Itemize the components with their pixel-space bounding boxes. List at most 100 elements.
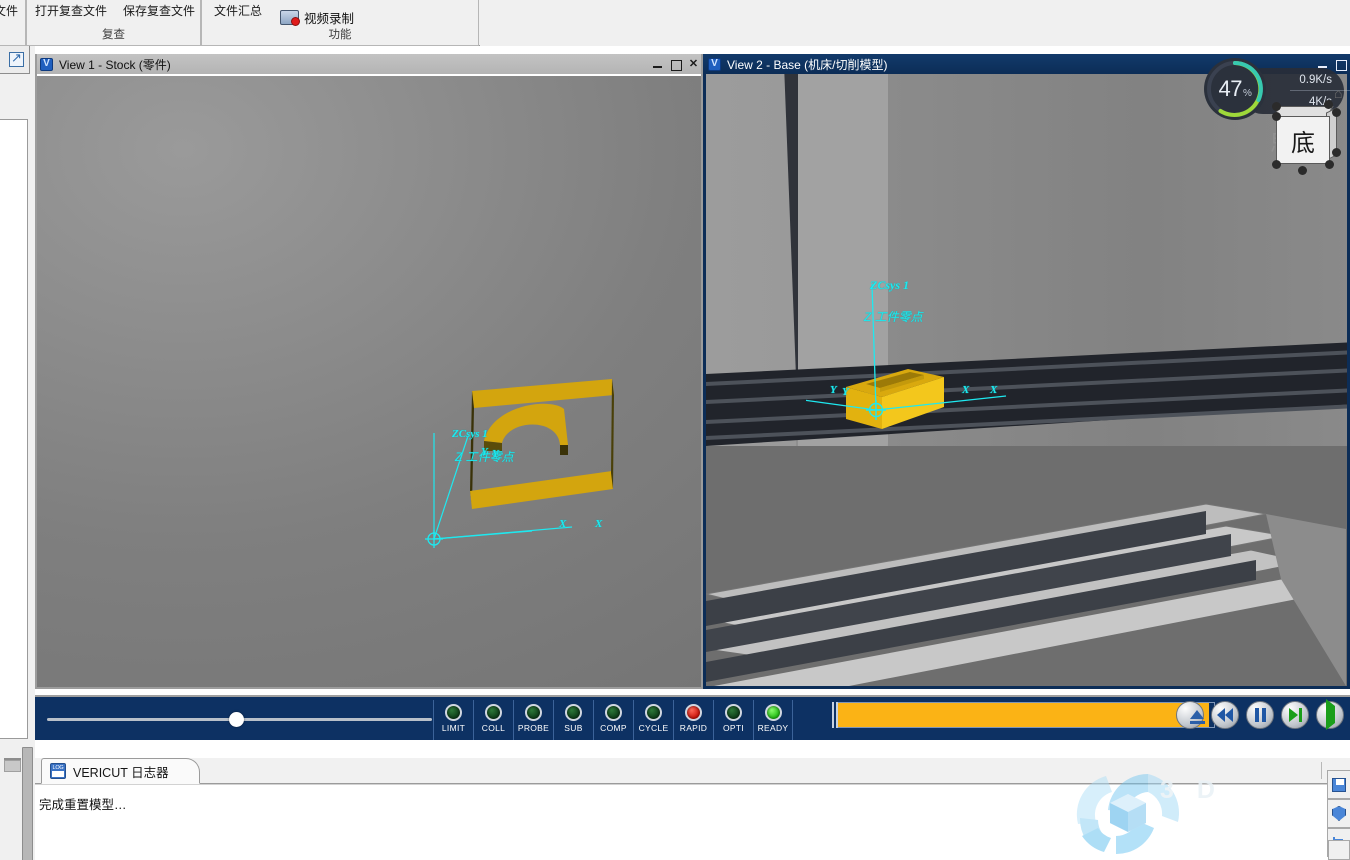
tab-vericut-log[interactable]: VERICUT 日志器	[41, 758, 200, 784]
single-step-button[interactable]	[1281, 701, 1309, 729]
led-indicator	[485, 704, 502, 721]
status-light-label: READY	[757, 723, 789, 733]
view-window-2[interactable]: V View 2 - Base (机床/切削模型) ZCsys 1 Z 工件零点…	[703, 54, 1350, 689]
viewcube-corner-node[interactable]	[1324, 100, 1333, 109]
left-dock-strip	[0, 46, 35, 860]
rewind-button[interactable]	[1211, 701, 1239, 729]
vericut-v-icon: V	[708, 57, 721, 71]
led-indicator	[525, 704, 542, 721]
ribbon-strip: 文件 打开复查文件 保存复查文件 复查 文件汇总 视频录制 功能	[0, 0, 480, 46]
status-light-label: RAPID	[679, 723, 708, 733]
view2-title-text: View 2 - Base (机床/切削模型)	[727, 57, 888, 72]
cpu-percent-text: 47%	[1204, 58, 1266, 120]
shield-button[interactable]	[1327, 799, 1350, 828]
play-icon	[1325, 699, 1335, 730]
status-light-probe[interactable]: PROBE	[513, 700, 553, 740]
status-light-rapid[interactable]: RAPID	[673, 700, 713, 740]
percent-symbol: %	[1243, 87, 1252, 99]
transport-controls	[1176, 699, 1344, 730]
ribbon-group-review: 打开复查文件 保存复查文件 复查	[26, 0, 201, 46]
led-indicator	[725, 704, 742, 721]
shield-icon	[1332, 806, 1346, 821]
ribbon-group-label-function: 功能	[328, 29, 352, 41]
status-light-label: SUB	[564, 723, 583, 733]
status-light-ready[interactable]: READY	[753, 700, 793, 740]
status-light-label: OPTI	[722, 723, 745, 733]
left-scrollbar[interactable]	[22, 747, 33, 860]
viewcube-corner-node[interactable]	[1272, 102, 1281, 111]
step-forward-icon	[1288, 708, 1302, 722]
led-indicator	[445, 704, 462, 721]
left-dock-lower	[0, 743, 35, 860]
pause-button[interactable]	[1246, 701, 1274, 729]
led-indicator	[685, 704, 702, 721]
log-tab-strip	[35, 758, 1350, 784]
viewcube-corner-node[interactable]	[1272, 112, 1281, 121]
status-light-label: COMP	[600, 723, 627, 733]
view-window-1[interactable]: V View 1 - Stock (零件) ✕ ZCsys 1 Z 工件零点 Y…	[35, 54, 703, 689]
cpu-usage-gauge: 47%	[1204, 58, 1266, 120]
viewcube-front-label: 底	[1291, 129, 1315, 157]
status-light-label: COLL	[481, 723, 506, 733]
ribbon-item-partial-left[interactable]: 文件	[0, 2, 18, 19]
home-icon[interactable]: ⌂	[1334, 86, 1348, 100]
log-toolbar-divider	[1321, 762, 1322, 779]
play-button[interactable]	[1316, 699, 1344, 730]
led-indicator	[565, 704, 582, 721]
status-light-comp[interactable]: COMP	[593, 700, 633, 740]
status-light-cycle[interactable]: CYCLE	[633, 700, 673, 740]
led-indicator	[764, 704, 782, 721]
status-light-opti[interactable]: OPTI	[713, 700, 753, 740]
ribbon-item-video-record[interactable]: 视频录制	[280, 8, 354, 27]
status-light-label: PROBE	[517, 723, 550, 733]
viewcube-corner-node[interactable]	[1332, 148, 1341, 157]
reset-button[interactable]	[1176, 701, 1205, 729]
led-indicator	[605, 704, 622, 721]
log-panel: VERICUT 日志器 完成重置模型…	[35, 740, 1350, 860]
ribbon-group-label-review: 复查	[102, 29, 125, 41]
ribbon-item-open-review-file[interactable]: 打开复查文件	[35, 2, 107, 19]
status-light-limit[interactable]: LIMIT	[433, 700, 473, 740]
left-dock-tab[interactable]	[0, 46, 30, 74]
slider-thumb[interactable]	[228, 712, 244, 727]
ribbon-item-file-summary[interactable]: 文件汇总	[214, 2, 262, 19]
simulation-progress-bar	[830, 702, 1215, 728]
status-light-label: CYCLE	[638, 723, 669, 733]
view1-frame	[35, 54, 703, 689]
save-icon	[1332, 777, 1346, 792]
log-tab-label: VERICUT 日志器	[73, 765, 169, 780]
simulation-speed-slider[interactable]	[47, 707, 432, 731]
ribbon-toolbar: 文件 打开复查文件 保存复查文件 复查 文件汇总 视频录制 功能	[0, 0, 1350, 46]
left-lower-block	[4, 760, 21, 772]
status-light-sub[interactable]: SUB	[553, 700, 593, 740]
video-camera-record-icon	[280, 10, 300, 26]
ribbon-group-function: 文件汇总 视频录制 功能	[201, 0, 479, 46]
expand-panel-icon[interactable]	[9, 50, 24, 67]
simulation-control-bar: LIMIT COLL PROBE SUB COMP CYCLE RAPID OPTI READY	[35, 695, 1350, 740]
log-book-icon	[50, 763, 66, 779]
ribbon-item-save-review-file[interactable]: 保存复查文件	[123, 2, 195, 19]
scroll-corner	[1328, 840, 1350, 860]
viewcube-front-face[interactable]: 底	[1276, 116, 1330, 164]
viewcube-corner-node[interactable]	[1325, 160, 1334, 169]
cpu-percent-value: 47	[1218, 76, 1243, 101]
log-message-line: 完成重置模型…	[39, 798, 127, 812]
viewcube-corner-node[interactable]	[1332, 108, 1341, 117]
status-light-coll[interactable]: COLL	[473, 700, 513, 740]
progress-fill	[838, 703, 1209, 727]
ribbon-item-video-record-label: 视频录制	[304, 12, 355, 26]
viewcube-corner-node[interactable]	[1272, 160, 1281, 169]
status-light-label: LIMIT	[441, 723, 466, 733]
status-light-panel: LIMIT COLL PROBE SUB COMP CYCLE RAPID OPTI READY	[433, 700, 793, 740]
view2-workpiece-model	[846, 369, 944, 429]
view2-3d-canvas[interactable]: ZCsys 1 Z 工件零点 Y Y X X	[706, 74, 1347, 687]
rewind-icon	[1217, 708, 1233, 722]
view-orientation-cube[interactable]: 思 底	[1268, 100, 1341, 175]
viewcube-corner-node[interactable]	[1298, 166, 1307, 175]
led-indicator	[645, 704, 662, 721]
pause-icon	[1254, 708, 1266, 722]
log-message-area[interactable]: 完成重置模型…	[35, 784, 1335, 860]
ribbon-group-partial: 文件	[0, 0, 26, 46]
upload-rate-value: 0.9K/s	[1299, 73, 1332, 86]
save-button[interactable]	[1327, 770, 1350, 799]
